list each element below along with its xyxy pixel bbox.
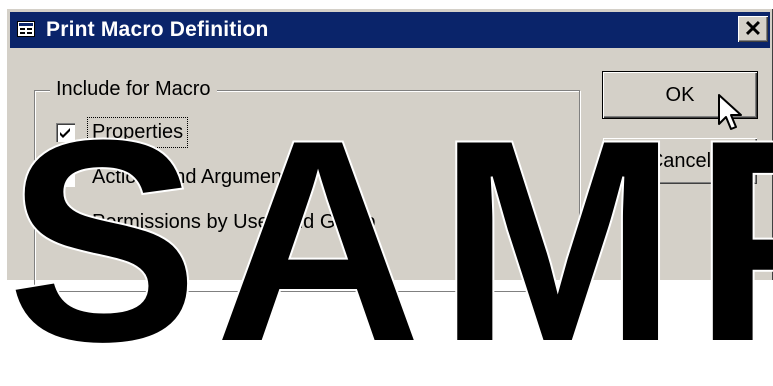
close-button[interactable]: ✕: [738, 16, 768, 42]
checkbox-box[interactable]: [56, 168, 75, 187]
cancel-button[interactable]: Cancel: [603, 138, 757, 184]
checkbox-label: Properties: [86, 117, 189, 148]
mouse-pointer-icon: [718, 94, 744, 139]
close-icon: ✕: [743, 16, 763, 41]
checkbox-box[interactable]: [56, 213, 75, 232]
print-macro-definition-dialog: Print Macro Definition ✕ Include for Mac…: [6, 8, 773, 386]
checkmark-icon: [60, 218, 70, 228]
checkbox-label: Actions and Arguments: [92, 166, 298, 188]
checkmark-icon: [60, 128, 70, 138]
checkmark-icon: [60, 173, 70, 183]
window-title: Print Macro Definition: [46, 18, 269, 41]
checkbox-label: Permissions by User and Group: [92, 211, 376, 233]
checkbox-box[interactable]: [56, 123, 75, 142]
title-bar: Print Macro Definition ✕: [10, 12, 770, 48]
group-label: Include for Macro: [50, 78, 217, 101]
macro-window-icon: [17, 21, 35, 37]
